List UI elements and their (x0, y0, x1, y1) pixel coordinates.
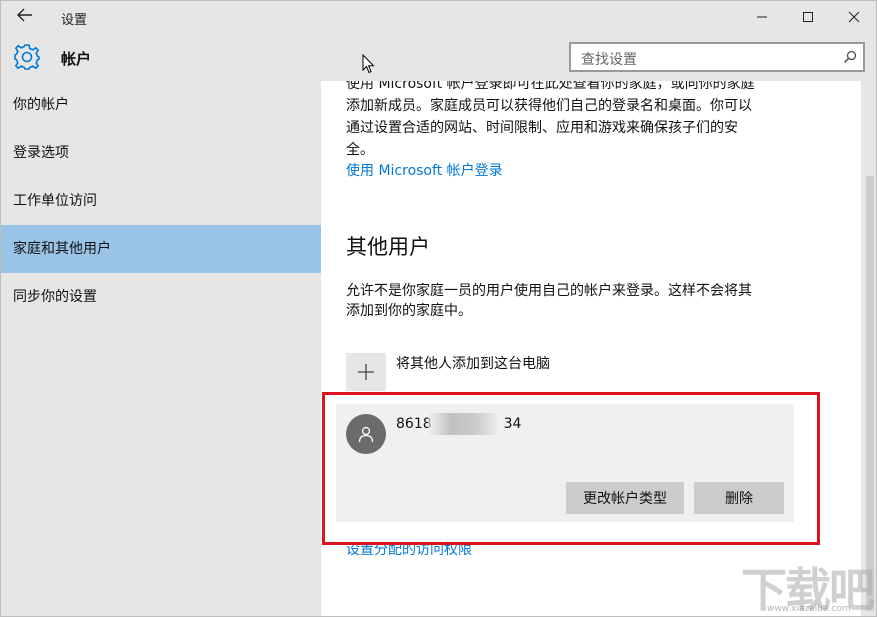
gear-icon (14, 44, 40, 70)
plus-icon[interactable] (346, 353, 386, 391)
back-arrow-icon[interactable] (11, 6, 39, 28)
scrollbar-thumb[interactable] (866, 176, 874, 611)
sidebar-item-family-other-users[interactable]: 家庭和其他用户 (1, 225, 321, 273)
close-button[interactable] (831, 1, 876, 33)
other-users-heading: 其他用户 (346, 235, 430, 259)
sidebar: 你的帐户 登录选项 工作单位访问 家庭和其他用户 同步你的设置 (1, 81, 321, 616)
sidebar-item-work-access[interactable]: 工作单位访问 (1, 177, 321, 225)
sidebar-item-sign-in-options[interactable]: 登录选项 (1, 129, 321, 177)
search-input[interactable]: 查找设置 (569, 42, 865, 72)
sidebar-item-your-account[interactable]: 你的帐户 (1, 81, 321, 129)
other-users-description-line1: 允许不是你家庭一员的用户使用自己的帐户来登录。这样不会将其 (346, 283, 752, 299)
settings-header: 帐户 查找设置 (1, 33, 876, 81)
maximize-button[interactable] (785, 1, 831, 33)
family-description-line1: 使用 Microsoft 帐户登录即可在此处查看你的家庭，或向你的家庭 (346, 81, 755, 92)
highlight-box (322, 392, 820, 545)
search-placeholder: 查找设置 (581, 52, 637, 68)
page-title: 帐户 (61, 50, 92, 68)
scrollbar[interactable] (861, 81, 876, 616)
title-bar: 设置 (1, 1, 876, 33)
window-title: 设置 (61, 13, 88, 28)
ms-account-signin-link[interactable]: 使用 Microsoft 帐户登录 (346, 160, 503, 180)
minimize-button[interactable] (739, 1, 785, 33)
other-users-description-line2: 添加到你的家庭中。 (346, 303, 472, 319)
search-icon[interactable] (843, 50, 857, 64)
add-other-user-label: 将其他人添加到这台电脑 (396, 356, 550, 372)
family-description-line3: 通过设置合适的网站、时间限制、应用和游戏来确保孩子们的安 (346, 120, 738, 136)
settings-window: 设置 帐户 查找设置 你的帐户 登录选项 工作单位访问 家庭和其他用户 同步你的… (0, 0, 877, 617)
mouse-cursor-icon (362, 54, 375, 74)
family-description-line4: 全。 (346, 142, 374, 158)
sidebar-item-sync-settings[interactable]: 同步你的设置 (1, 273, 321, 321)
watermark-url: www.xiazaiba.com (767, 604, 851, 614)
family-description-line2: 添加新成员。家庭成员可以获得他们自己的登录名和桌面。你可以 (346, 98, 752, 114)
